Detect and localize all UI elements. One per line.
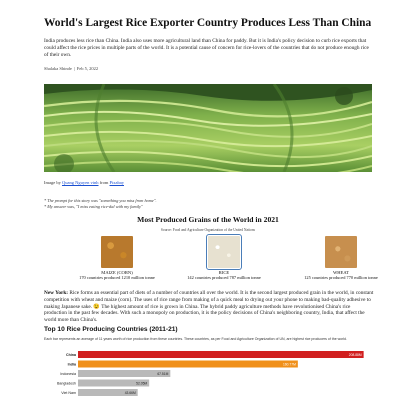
prompt-note-1: * The prompt for this story was "somethi… xyxy=(44,198,157,203)
grain-stat: 170 countries produced 1210 million tonn… xyxy=(79,275,155,281)
article-intro: India produces less rice than China. Ind… xyxy=(44,38,369,58)
grain-card-maize: MAIZE (CORN) 170 countries produced 1210… xyxy=(62,236,172,281)
value-label: 67.51M xyxy=(157,372,168,376)
pixabay-link[interactable]: Pixabay xyxy=(110,180,125,185)
dateline: New York: xyxy=(44,290,69,296)
category-label: Indonesia xyxy=(60,372,76,376)
value-label: 208.88M xyxy=(349,353,362,357)
grains-section-source: Source: Food and Agriculture Organizatio… xyxy=(160,228,256,232)
value-label: 43.66M xyxy=(125,391,136,395)
credit-middle: from xyxy=(99,180,109,185)
credit-prefix: Image by xyxy=(44,180,61,185)
value-label: 160.77M xyxy=(283,362,296,366)
wheat-image xyxy=(325,236,357,268)
grain-card-wheat: WHEAT 125 countries produced 770 million… xyxy=(286,236,396,281)
article-title: World's Largest Rice Exporter Country Pr… xyxy=(44,17,372,29)
chart-subtitle: Each bar represents an average of 11 yea… xyxy=(44,337,347,341)
value-label: 52.05M xyxy=(136,381,147,385)
bar-china[interactable] xyxy=(78,351,364,358)
image-credit: Image by Quang Nguyen vinh from Pixabay xyxy=(44,180,124,185)
body-paragraph: Rice forms an essential part of diets of… xyxy=(44,290,374,324)
prompt-note-2: * My answer was, "I miss eating rice-dal… xyxy=(44,203,143,209)
category-label: Bangladesh xyxy=(57,381,76,385)
category-label: Viet Nam xyxy=(61,391,76,395)
category-label: China xyxy=(66,353,77,357)
rice-production-bar-chart: China 208.88M India 160.77M Indonesia 67.51M B… xyxy=(44,349,374,400)
article-body: New York: Rice forms an essential part o… xyxy=(44,290,374,324)
photographer-link[interactable]: Quang Nguyen vinh xyxy=(62,180,99,185)
category-label: India xyxy=(68,362,77,366)
grain-stat: 142 countries produced 787 million tonne xyxy=(187,275,261,281)
byline: Shalaka Shinde | Feb 5, 2022 xyxy=(44,66,98,71)
grain-card-rice: RICE 142 countries produced 787 million … xyxy=(169,234,279,281)
grain-stat: 125 countries produced 770 million tonne xyxy=(304,275,378,281)
hero-image-rice-terraces xyxy=(44,84,372,172)
rice-image xyxy=(206,234,242,270)
grains-section-title: Most Produced Grains of the World in 202… xyxy=(137,215,279,224)
chart-title: Top 10 Rice Producing Countries (2011-21… xyxy=(44,326,178,333)
prompt-notes: * The prompt for this story was "somethi… xyxy=(44,198,157,209)
byline-separator: | xyxy=(73,66,75,71)
article-page: World's Largest Rice Exporter Country Pr… xyxy=(0,0,400,400)
maize-image xyxy=(101,236,133,268)
author-name[interactable]: Shalaka Shinde xyxy=(44,66,72,71)
publish-date: Feb 5, 2022 xyxy=(76,66,99,71)
bar-india[interactable] xyxy=(78,360,298,368)
